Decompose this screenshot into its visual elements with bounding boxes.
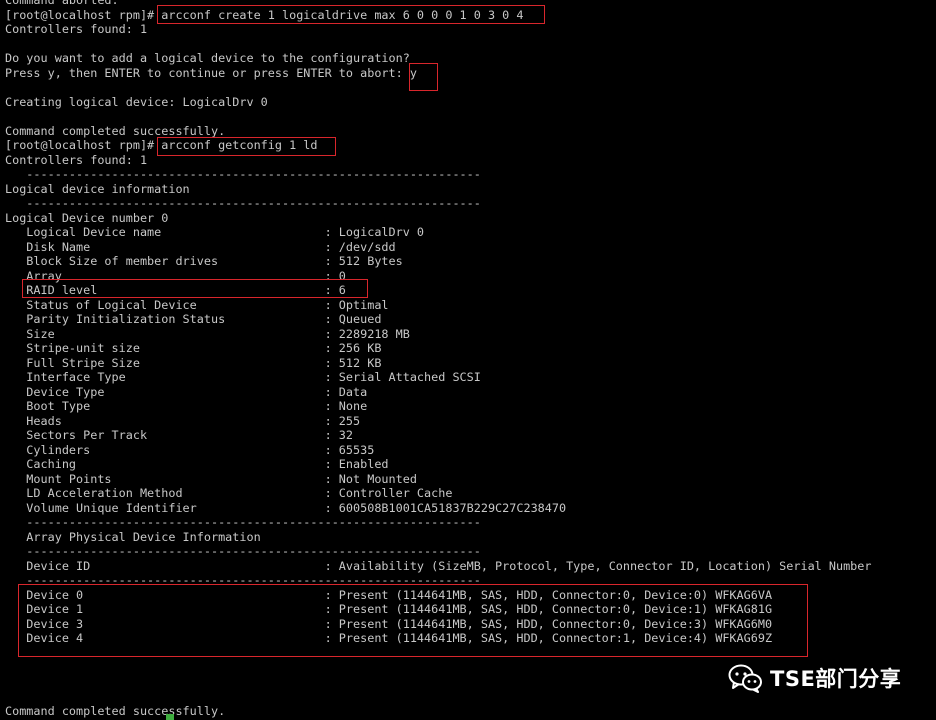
- terminal-line: Command completed successfully.: [5, 123, 226, 138]
- terminal-line: Interface Type : Serial Attached SCSI: [5, 370, 481, 384]
- terminal-line: Device 4 : Present (1144641MB, SAS, HDD,…: [5, 631, 773, 645]
- terminal-line: Controllers found: 1: [5, 152, 148, 167]
- terminal-line: Logical device information: [5, 181, 190, 196]
- terminal-line: Device ID : Availability (SizeMB, Protoc…: [5, 558, 872, 573]
- terminal-line: ----------------------------------------…: [5, 573, 481, 587]
- terminal-line: ----------------------------------------…: [5, 196, 481, 210]
- wechat-icon: [728, 664, 762, 693]
- terminal-line: Caching : Enabled: [5, 457, 389, 471]
- terminal-line: Logical Device name : LogicalDrv 0: [5, 225, 425, 239]
- terminal-line: Array : 0: [5, 268, 346, 283]
- terminal-line: Device 3 : Present (1144641MB, SAS, HDD,…: [5, 616, 773, 631]
- terminal-line: LD Acceleration Method : Controller Cach…: [5, 486, 453, 500]
- terminal-line: Disk Name : /dev/sdd: [5, 239, 396, 254]
- terminal-line: RAID level : 6: [5, 283, 346, 297]
- watermark: TSE部门分享: [728, 660, 901, 696]
- terminal-line: Command completed successfully.: [5, 703, 226, 718]
- terminal-line: Block Size of member drives : 512 Bytes: [5, 254, 403, 268]
- terminal-line: Full Stripe Size : 512 KB: [5, 355, 382, 370]
- terminal-line: Sectors Per Track : 32: [5, 428, 354, 442]
- terminal-line: Controllers found: 1: [5, 22, 148, 36]
- terminal-line: Press y, then ENTER to continue or press…: [5, 65, 417, 80]
- terminal-line: Boot Type : None: [5, 399, 368, 413]
- terminal-line: ----------------------------------------…: [5, 544, 481, 558]
- terminal-line: Volume Unique Identifier : 600508B1001CA…: [5, 500, 567, 515]
- terminal-line: Array Physical Device Information: [5, 529, 261, 544]
- terminal-line: Heads : 255: [5, 413, 361, 428]
- terminal-line: Device 0 : Present (1144641MB, SAS, HDD,…: [5, 587, 773, 602]
- terminal-line: [root@localhost rpm]# arcconf create 1 l…: [5, 7, 524, 22]
- terminal-line: Do you want to add a logical device to t…: [5, 51, 410, 65]
- terminal-line: Parity Initialization Status : Queued: [5, 312, 382, 326]
- terminal-line: Status of Logical Device : Optimal: [5, 297, 389, 312]
- watermark-text: TSE部门分享: [770, 667, 902, 691]
- terminal-line: Creating logical device: LogicalDrv 0: [5, 94, 268, 109]
- terminal-line: Cylinders : 65535: [5, 442, 375, 457]
- terminal-line: Stripe-unit size : 256 KB: [5, 341, 382, 355]
- terminal-line: Device Type : Data: [5, 384, 368, 399]
- terminal-line: Mount Points : Not Mounted: [5, 471, 417, 486]
- terminal-line: Command aborted.: [5, 0, 119, 7]
- terminal-line: Device 1 : Present (1144641MB, SAS, HDD,…: [5, 602, 773, 616]
- terminal-window[interactable]: Command aborted. [root@localhost rpm]# ar…: [0, 0, 936, 720]
- terminal-cursor: [166, 714, 174, 720]
- terminal-line: ----------------------------------------…: [5, 167, 481, 181]
- terminal-line: Size : 2289218 MB: [5, 326, 410, 341]
- terminal-line: [root@localhost rpm]# arcconf getconfig …: [5, 138, 318, 152]
- terminal-line: ----------------------------------------…: [5, 515, 481, 529]
- terminal-line: Logical Device number 0: [5, 210, 169, 225]
